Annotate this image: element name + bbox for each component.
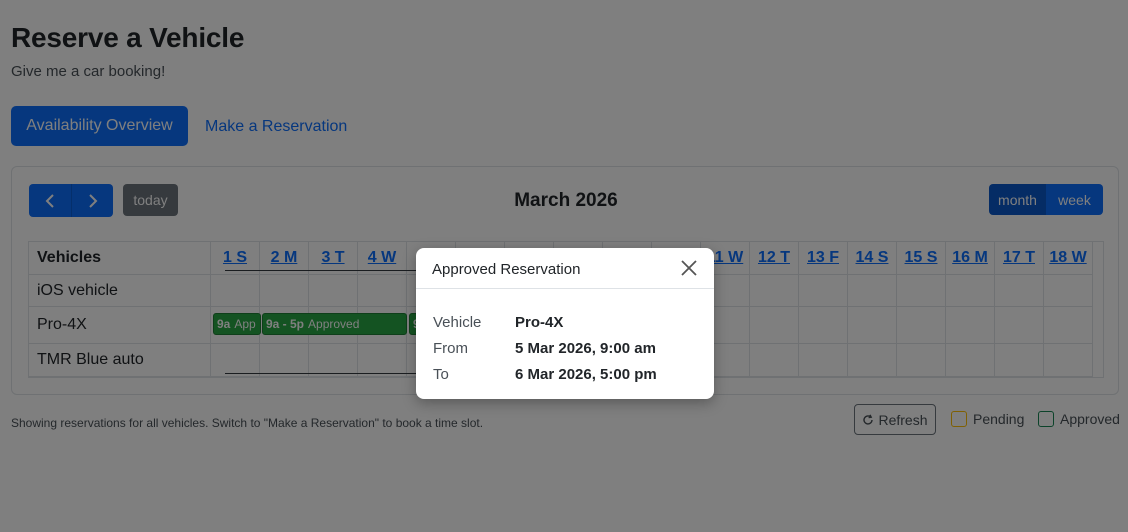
reservation-modal: Approved Reservation Vehicle Pro-4X From… xyxy=(416,248,714,399)
close-icon xyxy=(681,260,697,276)
modal-title: Approved Reservation xyxy=(432,261,581,278)
modal-header: Approved Reservation xyxy=(416,248,714,289)
detail-label: Vehicle xyxy=(433,313,482,331)
detail-vehicle: Vehicle Pro-4X xyxy=(433,309,698,335)
detail-label: From xyxy=(433,339,468,357)
detail-value: Pro-4X xyxy=(515,313,564,331)
detail-label: To xyxy=(433,365,449,383)
detail-value: 5 Mar 2026, 9:00 am xyxy=(515,339,656,357)
modal-body: Vehicle Pro-4X From 5 Mar 2026, 9:00 am … xyxy=(416,289,714,387)
detail-value: 6 Mar 2026, 5:00 pm xyxy=(515,365,657,383)
detail-from: From 5 Mar 2026, 9:00 am xyxy=(433,335,698,361)
close-button[interactable] xyxy=(678,257,700,279)
detail-to: To 6 Mar 2026, 5:00 pm xyxy=(433,361,698,387)
